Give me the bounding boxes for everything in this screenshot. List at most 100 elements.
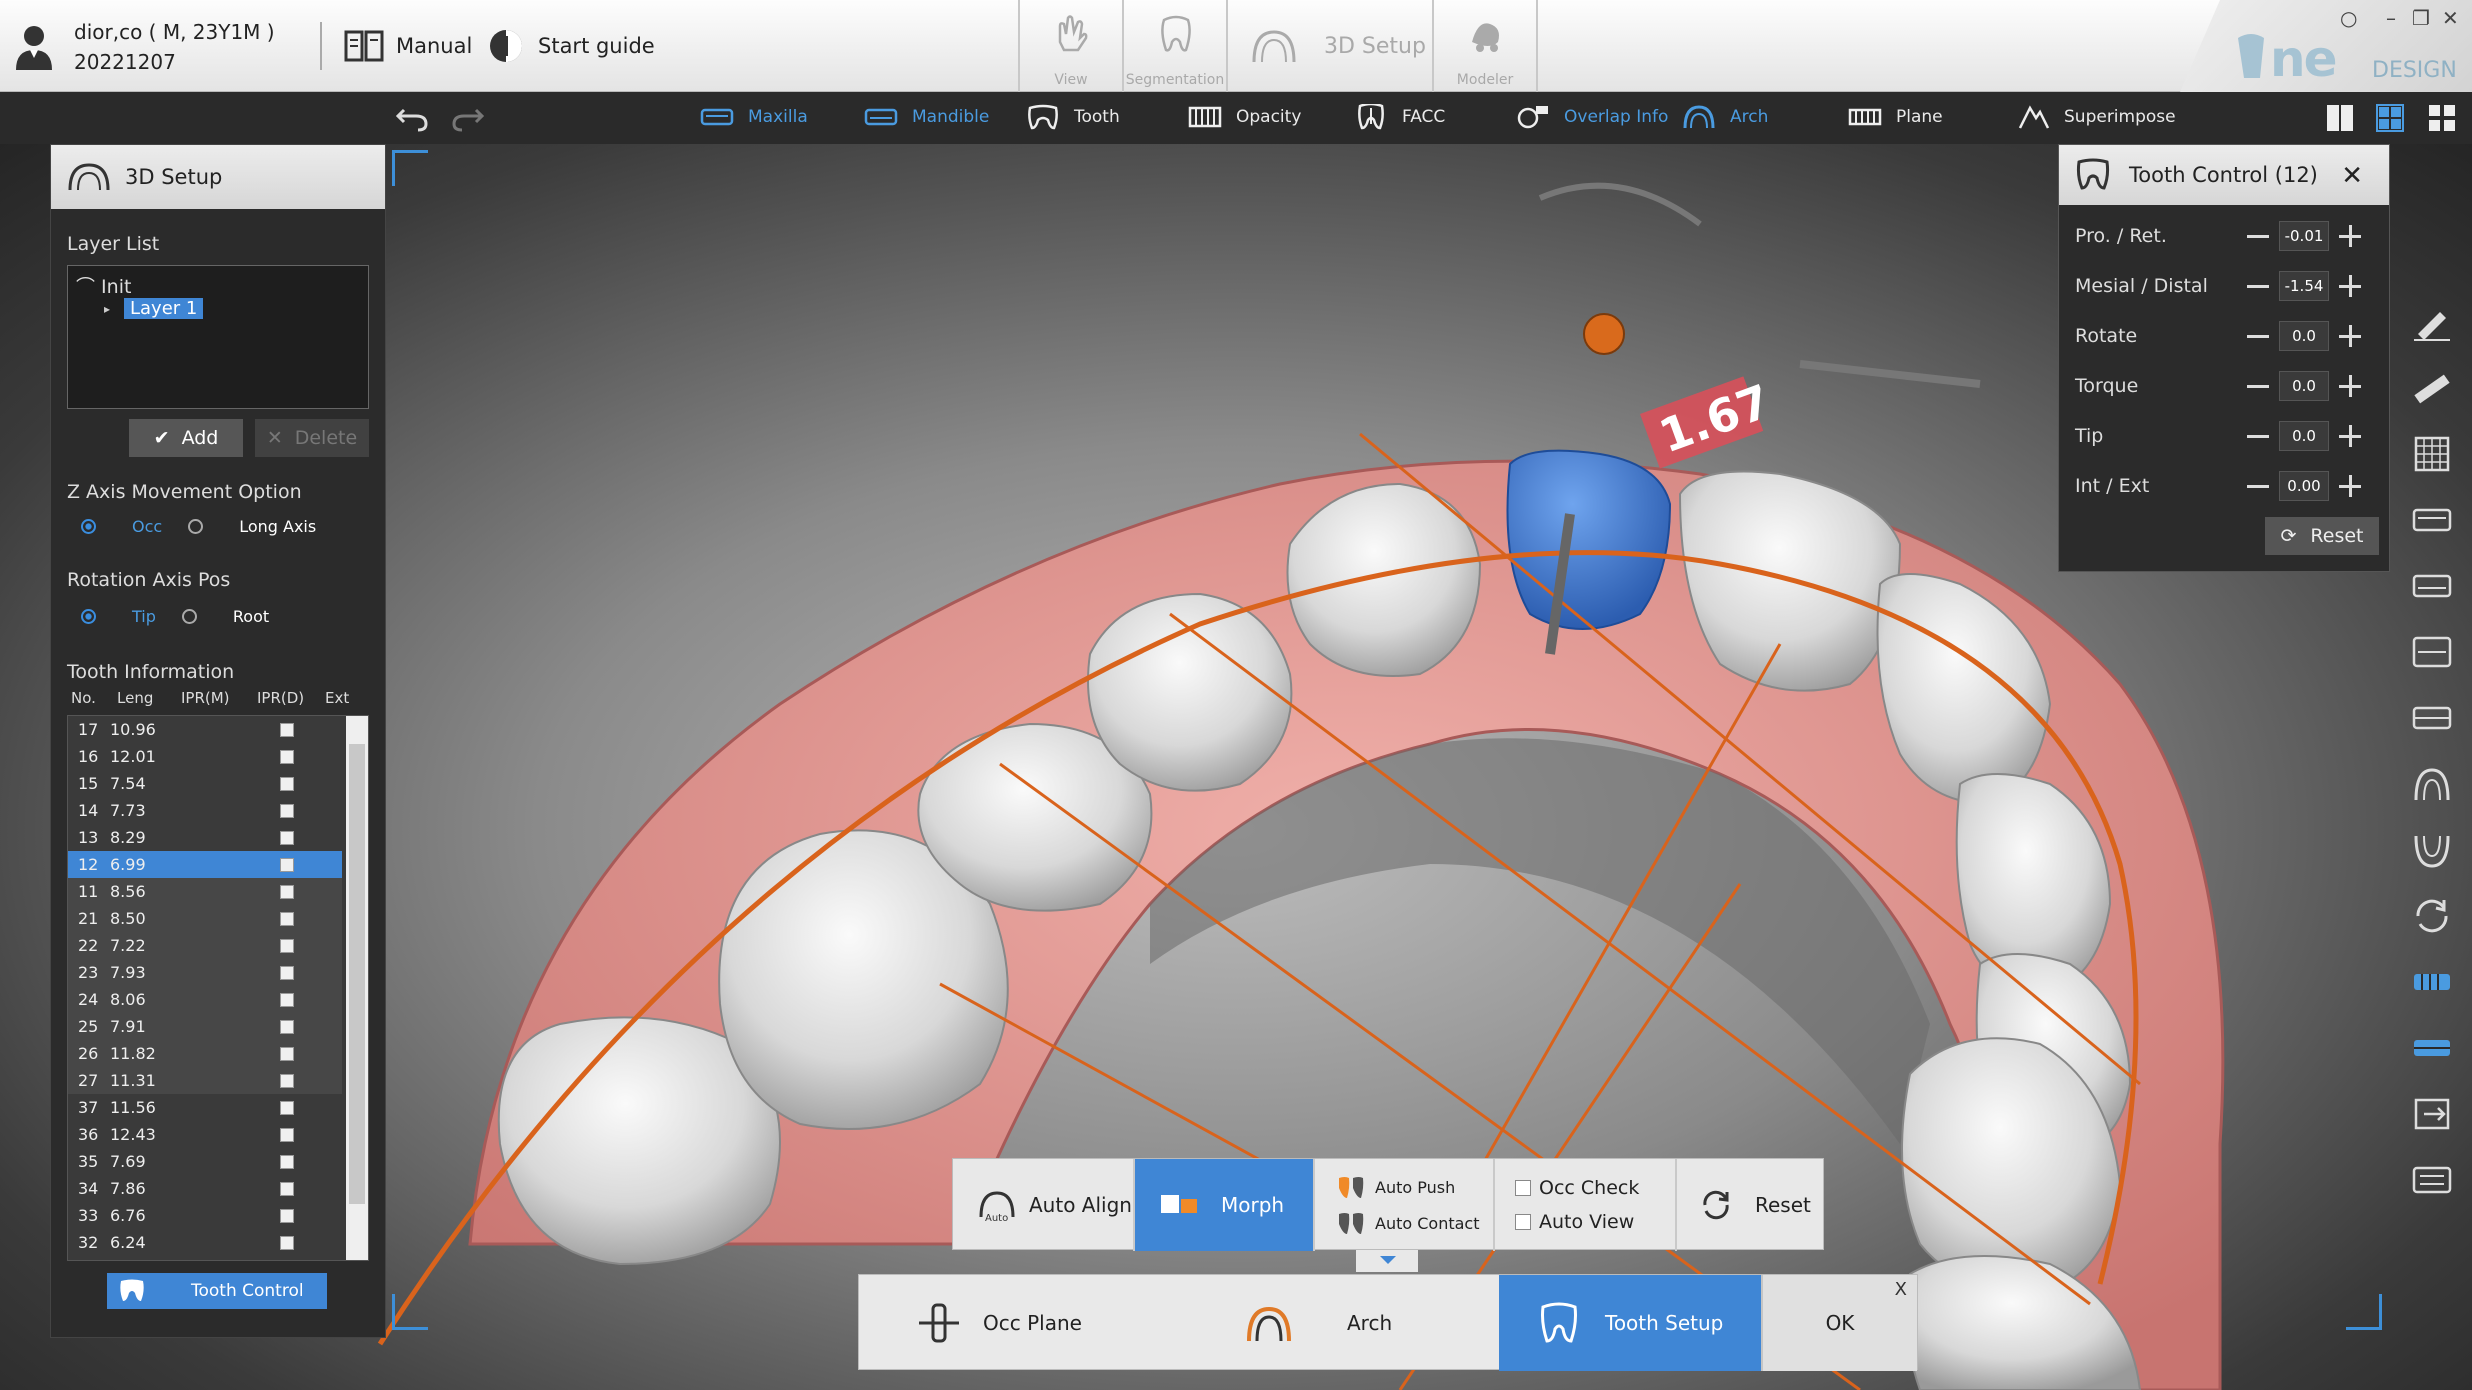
table-row[interactable]: 13 8.29 <box>68 824 342 851</box>
mandible-button[interactable]: Mandible <box>864 104 989 130</box>
export-icon[interactable] <box>2410 1094 2454 1134</box>
auto-push-button[interactable]: Auto Push <box>1335 1174 1455 1200</box>
step-tooth-setup[interactable]: Tooth Setup <box>1499 1275 1761 1371</box>
tab-segmentation[interactable]: Segmentation <box>1122 0 1226 92</box>
close-icon[interactable]: X <box>1895 1279 1907 1300</box>
ext-checkbox[interactable] <box>280 1073 294 1088</box>
table-row[interactable]: 36 12.43 <box>68 1121 342 1148</box>
maxilla-view-icon[interactable] <box>2410 500 2454 540</box>
ext-checkbox[interactable] <box>280 1100 294 1115</box>
table-row[interactable]: 27 11.31 <box>68 1067 342 1094</box>
table-row[interactable]: 23 7.93 <box>68 959 342 986</box>
tooth-button[interactable]: Tooth <box>1026 104 1120 130</box>
grid-icon[interactable] <box>2410 434 2454 474</box>
arch-button[interactable]: Arch <box>1682 104 1768 130</box>
control-value[interactable]: -0.01 <box>2279 221 2329 251</box>
ext-checkbox[interactable] <box>280 722 294 737</box>
ext-checkbox[interactable] <box>280 1154 294 1169</box>
minimize-button[interactable]: – <box>2386 6 2396 30</box>
layout-grid-icon[interactable] <box>2428 104 2456 132</box>
pivot-handle[interactable] <box>1583 313 1625 355</box>
upper-teeth-icon[interactable] <box>2410 962 2454 1002</box>
x-axis-handle[interactable] <box>1799 360 1981 388</box>
tooth-control-reset-button[interactable]: ⟳ Reset <box>2265 517 2379 555</box>
minus-icon[interactable] <box>2247 484 2269 488</box>
minus-icon[interactable] <box>2247 384 2269 388</box>
ext-checkbox[interactable] <box>280 776 294 791</box>
redo-icon[interactable] <box>452 104 484 132</box>
layer-item-selected[interactable]: Layer 1 <box>124 298 204 319</box>
morph-button[interactable]: Morph <box>1135 1159 1315 1251</box>
occ-check-checkbox[interactable]: Occ Check <box>1515 1177 1639 1199</box>
radio-occ[interactable] <box>81 519 96 534</box>
radio-root[interactable] <box>181 609 197 624</box>
maxilla-button[interactable]: Maxilla <box>700 104 808 130</box>
ext-checkbox[interactable] <box>280 857 294 872</box>
ruler-icon[interactable] <box>2410 368 2454 408</box>
ext-checkbox[interactable] <box>280 938 294 953</box>
undo-icon[interactable] <box>396 104 428 132</box>
lower-arch-icon[interactable] <box>2410 830 2454 870</box>
layout-quad-icon[interactable] <box>2376 104 2404 132</box>
close-window-button[interactable]: ✕ <box>2442 6 2459 30</box>
both-jaws-icon[interactable] <box>2410 632 2454 672</box>
plane-button[interactable]: Plane <box>1848 104 1943 130</box>
table-row[interactable]: 33 6.76 <box>68 1202 342 1229</box>
table-row[interactable]: 25 7.91 <box>68 1013 342 1040</box>
plus-icon[interactable] <box>2339 375 2361 397</box>
minus-icon[interactable] <box>2247 284 2269 288</box>
auto-view-checkbox[interactable]: Auto View <box>1515 1211 1634 1233</box>
ext-checkbox[interactable] <box>280 1019 294 1034</box>
layer-item-init[interactable]: ⌒ Init <box>76 272 131 299</box>
table-row[interactable]: 34 7.86 <box>68 1175 342 1202</box>
step-arch[interactable]: Arch <box>1189 1275 1469 1371</box>
auto-contact-button[interactable]: Auto Contact <box>1335 1210 1479 1236</box>
manual-button[interactable]: Manual <box>344 28 472 64</box>
lower-teeth-icon[interactable] <box>2410 1028 2454 1068</box>
scrollbar-thumb[interactable] <box>349 744 365 1204</box>
superimpose-button[interactable]: Superimpose <box>2016 104 2176 130</box>
control-value[interactable]: -1.54 <box>2279 271 2329 301</box>
plus-icon[interactable] <box>2339 425 2361 447</box>
plus-icon[interactable] <box>2339 275 2361 297</box>
add-layer-button[interactable]: ✔ Add <box>129 419 243 457</box>
minus-icon[interactable] <box>2247 434 2269 438</box>
help-button[interactable]: ○ <box>2340 6 2357 30</box>
ok-button[interactable]: OK <box>1761 1275 1917 1371</box>
delete-layer-button[interactable]: ✕ Delete <box>255 419 369 457</box>
tab-view[interactable]: View <box>1018 0 1122 92</box>
close-icon[interactable]: ✕ <box>2341 161 2363 191</box>
jaw-model-icon[interactable] <box>2410 1160 2454 1200</box>
plus-icon[interactable] <box>2339 325 2361 347</box>
ext-checkbox[interactable] <box>280 884 294 899</box>
ext-checkbox[interactable] <box>280 965 294 980</box>
table-row[interactable]: 12 6.99 <box>68 851 342 878</box>
ext-checkbox[interactable] <box>280 1046 294 1061</box>
reset-button[interactable]: Reset <box>1677 1159 1823 1251</box>
ext-checkbox[interactable] <box>280 830 294 845</box>
minus-icon[interactable] <box>2247 234 2269 238</box>
pencil-icon[interactable] <box>2410 302 2454 342</box>
facc-button[interactable]: FACC <box>1354 104 1445 130</box>
control-value[interactable]: 0.0 <box>2279 321 2329 351</box>
tooth-control-button[interactable]: Tooth Control <box>107 1273 327 1309</box>
ext-checkbox[interactable] <box>280 1208 294 1223</box>
mandible-view-icon[interactable] <box>2410 566 2454 606</box>
plus-icon[interactable] <box>2339 225 2361 247</box>
start-guide-button[interactable]: Start guide <box>486 28 655 64</box>
scrollbar[interactable] <box>346 716 368 1260</box>
minus-icon[interactable] <box>2247 334 2269 338</box>
radio-tip[interactable] <box>81 609 96 624</box>
table-row[interactable]: 22 7.22 <box>68 932 342 959</box>
control-value[interactable]: 0.00 <box>2279 471 2329 501</box>
table-row[interactable]: 15 7.54 <box>68 770 342 797</box>
plus-icon[interactable] <box>2339 475 2361 497</box>
table-row[interactable]: 26 11.82 <box>68 1040 342 1067</box>
table-row[interactable]: 24 8.06 <box>68 986 342 1013</box>
table-row[interactable]: 32 6.24 <box>68 1229 342 1256</box>
ext-checkbox[interactable] <box>280 1181 294 1196</box>
ext-checkbox[interactable] <box>280 911 294 926</box>
rotation-handle[interactable] <box>1538 182 1702 227</box>
ext-checkbox[interactable] <box>280 1127 294 1142</box>
tab-3d-setup[interactable]: 3D Setup <box>1226 0 1432 92</box>
